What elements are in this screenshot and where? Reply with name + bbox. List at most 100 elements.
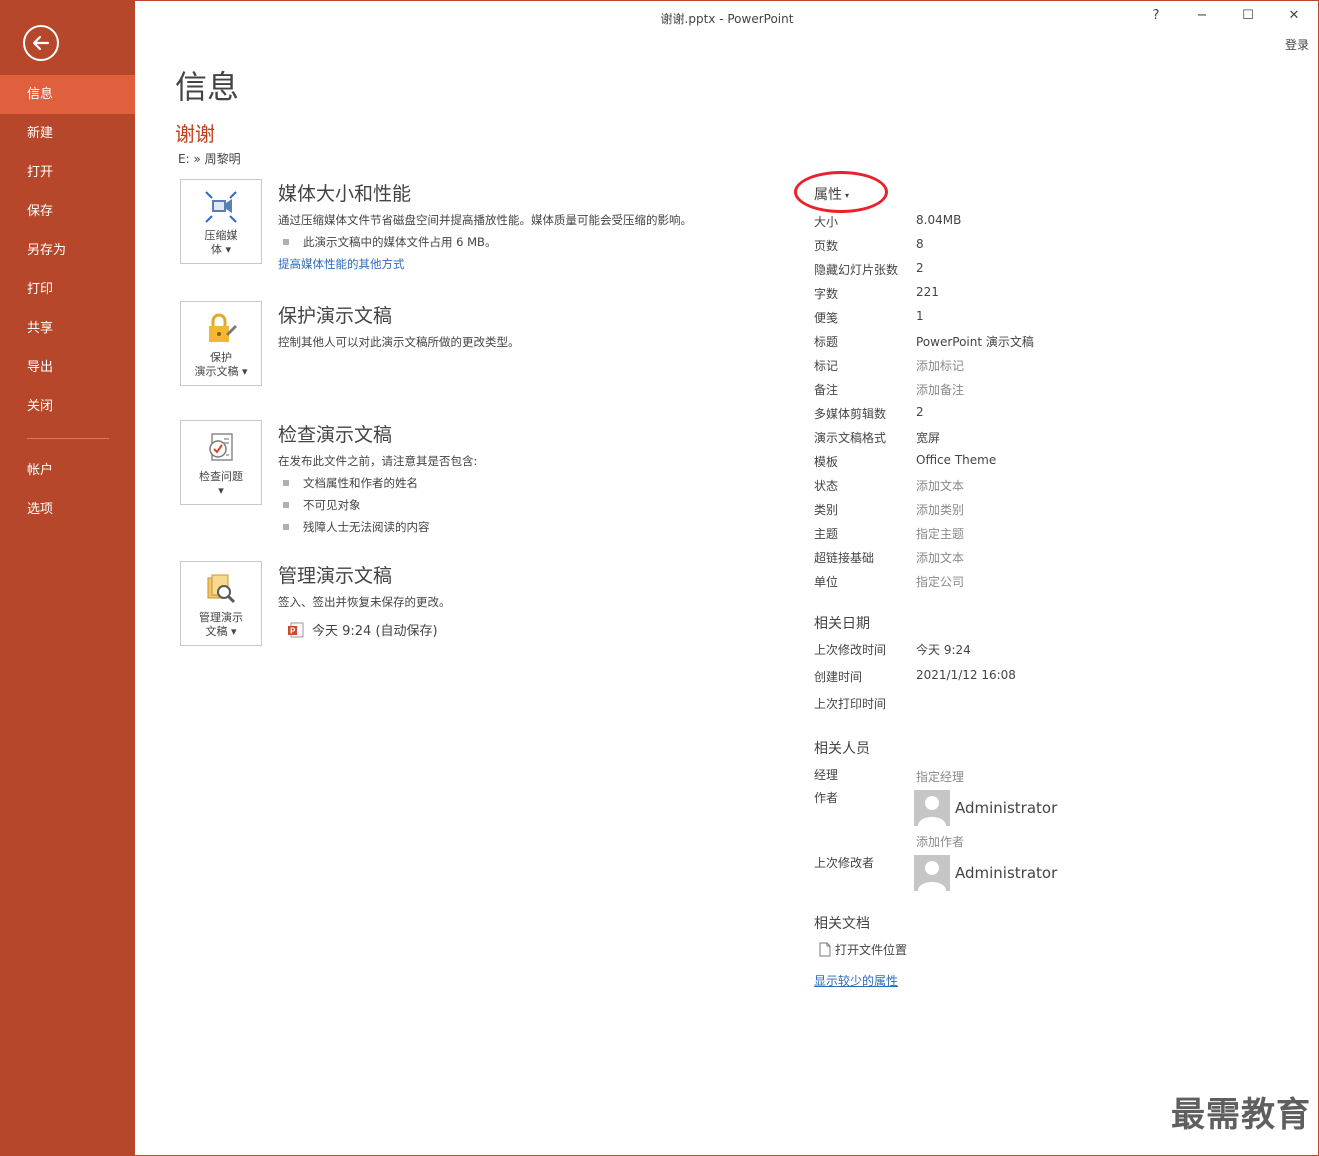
- nav-item-new[interactable]: 新建: [0, 114, 135, 153]
- property-key: 主题: [814, 527, 839, 541]
- property-row: 状态 添加文本: [814, 477, 1114, 493]
- nav-item-share[interactable]: 共享: [0, 309, 135, 348]
- last-modified-name: Administrator: [955, 864, 1058, 882]
- property-row: 页数 8: [814, 237, 1114, 253]
- nav-item-save-as[interactable]: 另存为: [0, 231, 135, 270]
- section-title: 媒体大小和性能: [278, 183, 412, 205]
- document-path[interactable]: E: » 周黎明: [178, 150, 241, 167]
- properties-dropdown[interactable]: 属性 ▾: [814, 184, 849, 204]
- section-title: 管理演示文稿: [278, 565, 393, 587]
- show-fewer-properties-link[interactable]: 显示较少的属性: [814, 972, 898, 989]
- tile-label: 保护: [210, 351, 232, 364]
- property-value: 2: [916, 405, 924, 419]
- property-row: 模板 Office Theme: [814, 453, 1114, 469]
- property-key: 便笺: [814, 311, 839, 325]
- property-key: 多媒体剪辑数: [814, 407, 887, 421]
- property-value: 宽屏: [916, 431, 941, 445]
- property-key: 类别: [814, 503, 839, 517]
- chevron-down-icon: ▾: [845, 190, 850, 200]
- property-row: 大小 8.04MB: [814, 213, 1114, 229]
- login-link[interactable]: 登录: [1285, 36, 1309, 53]
- author-name: Administrator: [955, 799, 1058, 817]
- property-value[interactable]: 添加文本: [916, 549, 964, 566]
- property-key: 状态: [814, 479, 839, 493]
- tile-label: ▾: [218, 484, 224, 497]
- property-value[interactable]: PowerPoint 演示文稿: [916, 333, 1034, 350]
- powerpoint-file-icon: P: [288, 622, 304, 637]
- window-title: 谢谢.pptx - PowerPoint: [660, 12, 794, 26]
- property-value: 1: [916, 309, 924, 323]
- tile-label: 检查问题: [199, 470, 243, 483]
- avatar-icon: [914, 790, 950, 826]
- property-key: 备注: [814, 383, 839, 397]
- tile-label: 文稿 ▾: [205, 625, 237, 638]
- manager-value[interactable]: 指定经理: [916, 768, 964, 785]
- property-key: 字数: [814, 287, 839, 301]
- back-button[interactable]: [23, 25, 59, 61]
- nav-item-save[interactable]: 保存: [0, 192, 135, 231]
- property-value[interactable]: 指定公司: [916, 573, 964, 590]
- property-value[interactable]: 添加标记: [916, 357, 964, 374]
- maximize-button[interactable]: ☐: [1237, 8, 1259, 23]
- property-value: 今天 9:24: [916, 643, 971, 657]
- nav-item-open[interactable]: 打开: [0, 153, 135, 192]
- protect-presentation-button[interactable]: 保护 演示文稿 ▾: [180, 301, 262, 386]
- property-value: 2: [916, 261, 924, 275]
- nav-item-account[interactable]: 帐户: [0, 451, 135, 490]
- backstage-nav: 信息 新建 打开 保存 另存为 打印 共享 导出 关闭 帐户 选项: [0, 75, 135, 529]
- media-section-body: 媒体大小和性能 通过压缩媒体文件节省磁盘空间并提高播放性能。媒体质量可能会受压缩…: [278, 179, 758, 272]
- open-file-location-link[interactable]: 打开文件位置: [819, 941, 907, 958]
- section-description: 通过压缩媒体文件节省磁盘空间并提高播放性能。媒体质量可能会受压缩的影响。: [278, 213, 692, 227]
- bullet-item: 不可见对象: [278, 497, 758, 513]
- property-value[interactable]: 添加类别: [916, 501, 964, 518]
- autosave-label: 今天 9:24 (自动保存): [312, 624, 438, 639]
- document-name: 谢谢: [175, 122, 215, 146]
- compress-media-icon: [205, 191, 237, 223]
- property-value: 8: [916, 237, 924, 251]
- add-author-link[interactable]: 添加作者: [916, 833, 964, 850]
- help-button[interactable]: ?: [1145, 8, 1167, 23]
- property-value[interactable]: 指定主题: [916, 525, 964, 542]
- nav-item-options[interactable]: 选项: [0, 490, 135, 529]
- media-performance-link[interactable]: 提高媒体性能的其他方式: [278, 256, 758, 272]
- property-row: 添加作者: [814, 833, 1114, 849]
- bullet-item: 文档属性和作者的姓名: [278, 475, 758, 491]
- property-value[interactable]: 添加文本: [916, 477, 964, 494]
- property-row: 标记 添加标记: [814, 357, 1114, 373]
- tile-label: 管理演示: [199, 611, 243, 624]
- property-key: 演示文稿格式: [814, 431, 887, 445]
- tile-label: 压缩媒: [204, 229, 238, 242]
- property-key: 经理: [814, 768, 839, 782]
- property-key: 模板: [814, 455, 839, 469]
- last-modified-person[interactable]: Administrator: [914, 855, 1057, 891]
- property-value: 221: [916, 285, 939, 299]
- section-description: 控制其他人可以对此演示文稿所做的更改类型。: [278, 335, 520, 349]
- backstage-sidebar: 信息 新建 打开 保存 另存为 打印 共享 导出 关闭 帐户 选项: [0, 0, 135, 1156]
- inspect-section-body: 检查演示文稿 在发布此文件之前，请注意其是否包含: 文档属性和作者的姓名 不可见…: [278, 420, 758, 535]
- close-button[interactable]: ✕: [1283, 8, 1305, 23]
- nav-item-info[interactable]: 信息: [0, 75, 135, 114]
- autosave-version[interactable]: P 今天 9:24 (自动保存): [278, 620, 758, 639]
- check-issues-button[interactable]: 检查问题 ▾: [180, 420, 262, 505]
- property-key: 大小: [814, 215, 839, 229]
- compress-media-button[interactable]: 压缩媒 体 ▾: [180, 179, 262, 264]
- author-person[interactable]: Administrator: [914, 790, 1057, 826]
- related-dates-heading: 相关日期: [814, 616, 870, 632]
- property-value: 8.04MB: [916, 213, 962, 227]
- property-key: 创建时间: [814, 670, 863, 684]
- page-title: 信息: [175, 68, 240, 106]
- nav-item-close[interactable]: 关闭: [0, 387, 135, 426]
- lock-icon: [209, 313, 237, 342]
- section-title: 保护演示文稿: [278, 305, 393, 327]
- minimize-button[interactable]: −: [1191, 8, 1213, 23]
- property-row: 便笺 1: [814, 309, 1114, 325]
- protect-section-body: 保护演示文稿 控制其他人可以对此演示文稿所做的更改类型。: [278, 301, 758, 350]
- property-key: 单位: [814, 575, 839, 589]
- property-value[interactable]: 添加备注: [916, 381, 964, 398]
- property-row: 创建时间 2021/1/12 16:08: [814, 668, 1114, 684]
- nav-item-export[interactable]: 导出: [0, 348, 135, 387]
- properties-label: 属性: [814, 187, 842, 203]
- nav-item-print[interactable]: 打印: [0, 270, 135, 309]
- manage-presentation-button[interactable]: 管理演示 文稿 ▾: [180, 561, 262, 646]
- property-key: 上次修改者: [814, 856, 875, 870]
